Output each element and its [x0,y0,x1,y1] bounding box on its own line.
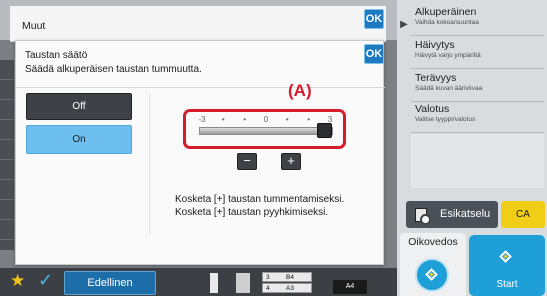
proof-copy-button[interactable] [415,258,449,292]
tray-size: B4 [286,274,294,281]
side-item-subtitle: Häivytä varjo ympäriltä [415,52,481,59]
dialog-subtitle: Säädä alkuperäisen taustan tummuutta. [25,64,202,75]
on-option-button[interactable]: On [26,125,132,154]
ca-button[interactable]: CA [501,201,545,228]
side-item-title: Häivytys [415,39,455,51]
start-diamond-icon [499,250,512,263]
start-label: Start [496,279,518,290]
other-functions-header: Muut [10,6,386,42]
tray-number: 3 [266,274,270,281]
tray-indicator [236,273,250,293]
start-button[interactable]: Start [469,235,545,296]
tray-number: 4 [266,285,270,292]
instruction-line: Kosketa [+] taustan pyyhkimiseksi. [175,207,329,218]
paper-size-indicator: A4 [333,280,367,294]
divider [16,87,385,88]
header-title: Muut [22,20,46,32]
density-slider-track[interactable] [199,127,333,135]
slider-tick-label: • [221,115,225,124]
off-option-button[interactable]: Off [26,93,132,120]
side-item-title: Terävyys [415,72,457,84]
slider-tick-label: 0 [263,115,269,124]
star-icon[interactable]: ★ [10,272,26,289]
background-left-tabs [0,60,14,250]
slider-tick-label: • [243,115,247,124]
side-item-subtitle: Vaihda kokoa/suuntaa [415,19,479,26]
checkmark-icon[interactable]: ✓ [38,271,58,289]
side-item-subtitle: Säädä kuvan ääriviivaa [415,85,483,92]
slider-ticks: -3 • • 0 • • 3 [198,115,332,125]
callout-label: (A) [288,81,312,100]
side-item-exposure[interactable]: Valotus Valitse tyyppi/valotus [411,100,544,133]
instruction-line: Kosketa [+] taustan tummentamiseksi. [175,194,345,205]
side-item-sharpness[interactable]: Terävyys Säädä kuvan ääriviivaa [411,69,544,102]
minus-button[interactable]: − [237,153,257,170]
slider-tick-label: -3 [198,115,206,124]
dialog-ok-button[interactable]: OK [364,44,384,64]
slider-tick-label: • [285,115,289,124]
tray-size: A3 [286,285,294,292]
side-empty-slot [411,134,544,188]
ok-button[interactable]: OK [364,9,384,29]
previous-button[interactable]: Edellinen [64,271,156,295]
paper-tray-status: 3 B4 4 A3 [262,272,312,294]
preview-label: Esikatselu [440,208,491,220]
expand-arrow-icon[interactable]: ▶ [397,15,411,35]
plus-button[interactable]: + [281,153,301,170]
tray-indicator [210,273,218,293]
divider [149,94,150,234]
side-item-original[interactable]: Alkuperäinen Vaihda kokoa/suuntaa [411,3,544,36]
preview-button[interactable]: Esikatselu [406,201,498,228]
side-item-title: Alkuperäinen [415,6,477,18]
side-item-subtitle: Valitse tyyppi/valotus [415,116,476,123]
start-diamond-icon [425,268,438,281]
side-item-fade[interactable]: Häivytys Häivytä varjo ympäriltä [411,36,544,69]
background-adjust-dialog: Taustan säätö Säädä alkuperäisen taustan… [15,40,385,265]
proof-copy-label: Oikovedos [408,236,458,248]
density-slider-thumb[interactable] [317,123,332,138]
side-item-title: Valotus [415,103,450,115]
dialog-title: Taustan säätö [25,50,88,61]
magnifier-icon [415,208,431,225]
slider-tick-label: • [307,115,311,124]
